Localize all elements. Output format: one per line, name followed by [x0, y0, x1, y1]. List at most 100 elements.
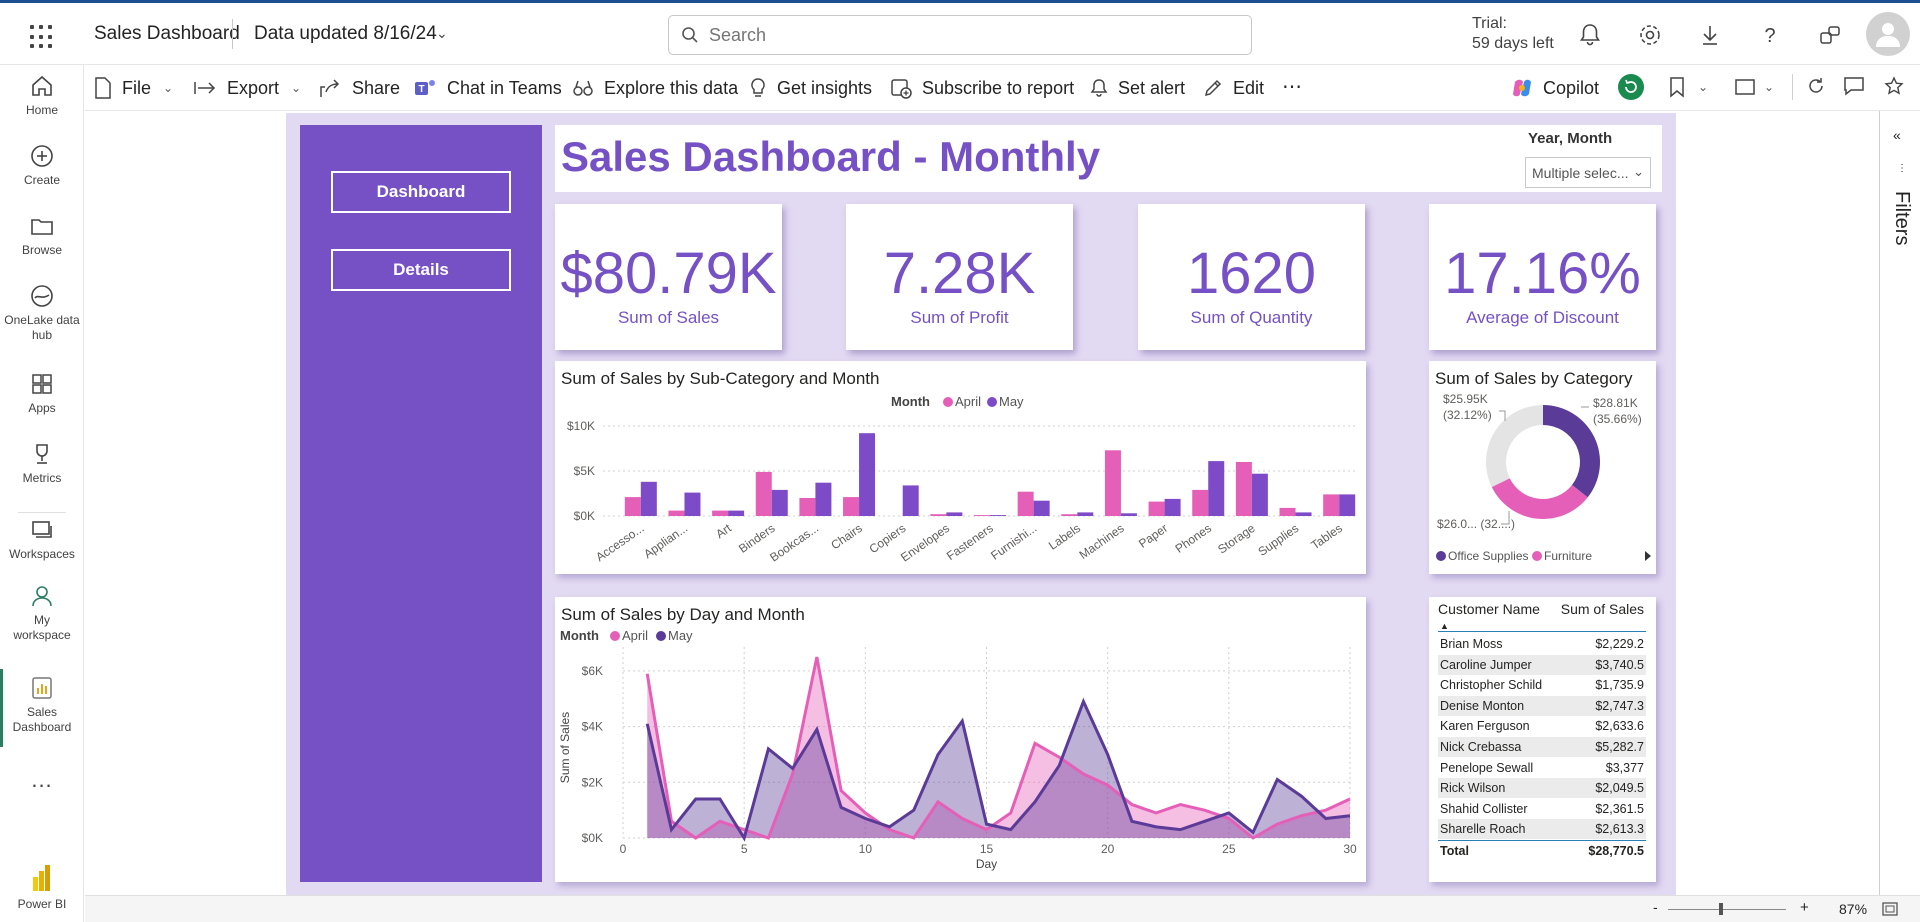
- collapse-left-icon[interactable]: «: [1893, 127, 1901, 143]
- app-launcher-icon[interactable]: [28, 23, 56, 51]
- gear-icon[interactable]: [1636, 21, 1664, 49]
- legend-label: Office Supplies: [1448, 549, 1529, 563]
- trial-status[interactable]: Trial: 59 days left: [1472, 14, 1554, 54]
- x-tick-label: Labels: [1046, 521, 1083, 553]
- column-header-customer[interactable]: Customer Name: [1438, 601, 1540, 617]
- download-icon[interactable]: [1696, 21, 1724, 49]
- zoom-out-button[interactable]: -: [1653, 899, 1658, 915]
- chevron-down-icon[interactable]: ⌄: [436, 25, 448, 42]
- file-menu-button[interactable]: File ⌄: [94, 76, 173, 100]
- help-icon[interactable]: ?: [1756, 21, 1784, 49]
- rail-item-browse[interactable]: Browse: [0, 213, 84, 258]
- donut-chart[interactable]: $28.81K(35.66%)$25.95K(32.12%)$26.0... (…: [1429, 361, 1656, 574]
- bar-chart-panel[interactable]: Sum of Sales by Sub-Category and Month M…: [555, 361, 1366, 574]
- table-row[interactable]: Rick Wilson $2,049.5: [1438, 778, 1646, 799]
- rail-item-apps[interactable]: Apps: [0, 371, 84, 416]
- kpi-card-quantity[interactable]: 1620 Sum of Quantity: [1138, 204, 1365, 350]
- filter-bar-icon: ⋮: [1897, 163, 1907, 174]
- export-icon: [194, 82, 216, 94]
- edit-button[interactable]: Edit: [1203, 76, 1264, 100]
- refresh-status-icon[interactable]: [1617, 73, 1645, 101]
- x-tick-label: Envelopes: [898, 521, 952, 565]
- rail-item-create[interactable]: Create: [0, 143, 84, 188]
- powerbi-logo[interactable]: Power BI: [0, 863, 84, 912]
- year-month-slicer[interactable]: Multiple selec... ⌄: [1525, 157, 1651, 188]
- bar-may: [902, 485, 919, 516]
- favorite-star-icon[interactable]: [1884, 76, 1904, 96]
- legend-label-april: April: [622, 628, 648, 643]
- bar-april: [1104, 450, 1121, 516]
- file-icon: [95, 77, 111, 99]
- more-icon[interactable]: ...: [0, 769, 84, 791]
- column-header-sales[interactable]: Sum of Sales: [1561, 601, 1644, 617]
- table-row[interactable]: Christopher Schild $1,735.9: [1438, 675, 1646, 695]
- chevron-down-icon[interactable]: ⌄: [1764, 80, 1774, 94]
- avatar[interactable]: [1866, 12, 1910, 56]
- share-button[interactable]: Share: [318, 76, 400, 100]
- chevron-down-icon[interactable]: ⌄: [1698, 80, 1708, 94]
- set-alert-button[interactable]: Set alert: [1090, 76, 1185, 100]
- view-icon[interactable]: [1734, 78, 1756, 96]
- feedback-icon[interactable]: [1816, 21, 1844, 49]
- chat-label: Chat in Teams: [447, 77, 562, 98]
- rail-item-home[interactable]: Home: [0, 73, 84, 118]
- rail-label: OneLake data hub: [4, 313, 80, 342]
- app-title[interactable]: Sales Dashboard: [94, 23, 240, 45]
- search-box[interactable]: [668, 15, 1252, 55]
- area-chart-panel[interactable]: Sum of Sales by Day and Month Month April…: [555, 597, 1366, 882]
- filters-label[interactable]: Filters: [1890, 191, 1913, 245]
- donut-chart-panel[interactable]: Sum of Sales by Category $28.81K (35.66%)…: [1429, 361, 1656, 574]
- rail-item-my-workspace[interactable]: My workspace: [0, 583, 84, 643]
- copilot-button[interactable]: Copilot: [1511, 76, 1599, 100]
- legend-label: Furniture: [1544, 549, 1592, 563]
- rail-item-workspaces[interactable]: Workspaces: [0, 517, 84, 562]
- rail-item-sales-dashboard[interactable]: Sales Dashboard: [0, 675, 84, 735]
- data-updated-text[interactable]: Data updated 8/16/24: [254, 23, 437, 45]
- filters-pane[interactable]: « ⋮ Filters: [1879, 111, 1920, 895]
- explore-data-button[interactable]: Explore this data: [572, 76, 738, 100]
- bar-may: [1295, 512, 1312, 516]
- table-row[interactable]: Penelope Sewall $3,377: [1438, 758, 1646, 778]
- zoom-in-button[interactable]: +: [1800, 899, 1809, 916]
- zoom-level[interactable]: 87%: [1839, 901, 1867, 917]
- x-tick-label: Fasteners: [944, 521, 996, 563]
- rail-item-metrics[interactable]: Metrics: [0, 441, 84, 486]
- bar-may: [640, 481, 657, 516]
- explore-label: Explore this data: [604, 77, 739, 98]
- search-input[interactable]: [709, 24, 1229, 46]
- get-insights-button[interactable]: Get insights: [749, 76, 872, 100]
- zoom-slider[interactable]: [1668, 909, 1786, 910]
- table-row[interactable]: Karen Ferguson $2,633.6: [1438, 716, 1646, 736]
- details-nav-button[interactable]: Details: [331, 249, 511, 291]
- bar-chart[interactable]: Month April May $0K $5K $10K Accesso...Applian…: [555, 361, 1366, 574]
- table-row[interactable]: Denise Monton $2,747.3: [1438, 695, 1646, 716]
- fit-page-icon[interactable]: [1882, 902, 1898, 916]
- kpi-card-profit[interactable]: 7.28K Sum of Profit: [846, 204, 1073, 350]
- kpi-label: Sum of Quantity: [1190, 308, 1313, 327]
- more-options-icon[interactable]: ⋯: [1282, 74, 1302, 98]
- dashboard-nav-button[interactable]: Dashboard: [331, 171, 511, 213]
- refresh-icon[interactable]: [1806, 76, 1826, 96]
- export-menu-button[interactable]: Export ⌄: [193, 76, 301, 100]
- chat-in-teams-button[interactable]: T Chat in Teams: [413, 76, 562, 100]
- share-label: Share: [352, 77, 401, 98]
- area-chart[interactable]: Month April May $0K $2K $4K $6K 0 5 10 15 20 25 30 Day…: [555, 597, 1366, 882]
- table-row[interactable]: Brian Moss $2,229.2: [1438, 634, 1646, 654]
- table-row[interactable]: Shahid Collister $2,361.5: [1438, 799, 1646, 819]
- table-row[interactable]: Nick Crebassa $5,282.7: [1438, 737, 1646, 757]
- bell-icon[interactable]: [1576, 21, 1604, 49]
- bookmark-icon[interactable]: [1668, 76, 1686, 98]
- table-row[interactable]: Sharelle Roach $2,613.3: [1438, 819, 1646, 840]
- comment-icon[interactable]: [1843, 76, 1865, 96]
- table-row[interactable]: Caroline Jumper $3,740.5: [1438, 654, 1646, 675]
- kpi-card-sales[interactable]: $80.79K Sum of Sales: [555, 204, 782, 350]
- bar-april: [1061, 514, 1078, 516]
- zoom-slider-handle[interactable]: [1719, 903, 1723, 915]
- kpi-card-discount[interactable]: 17.16% Average of Discount: [1429, 204, 1656, 350]
- rail-item-onelake[interactable]: OneLake data hub: [0, 283, 84, 343]
- subscribe-button[interactable]: Subscribe to report: [890, 76, 1074, 100]
- sort-up-icon[interactable]: ▲: [1440, 621, 1449, 631]
- bar-april: [755, 471, 772, 516]
- x-tick-label: Storage: [1215, 521, 1258, 557]
- report-title: Sales Dashboard - Monthly: [561, 133, 1101, 180]
